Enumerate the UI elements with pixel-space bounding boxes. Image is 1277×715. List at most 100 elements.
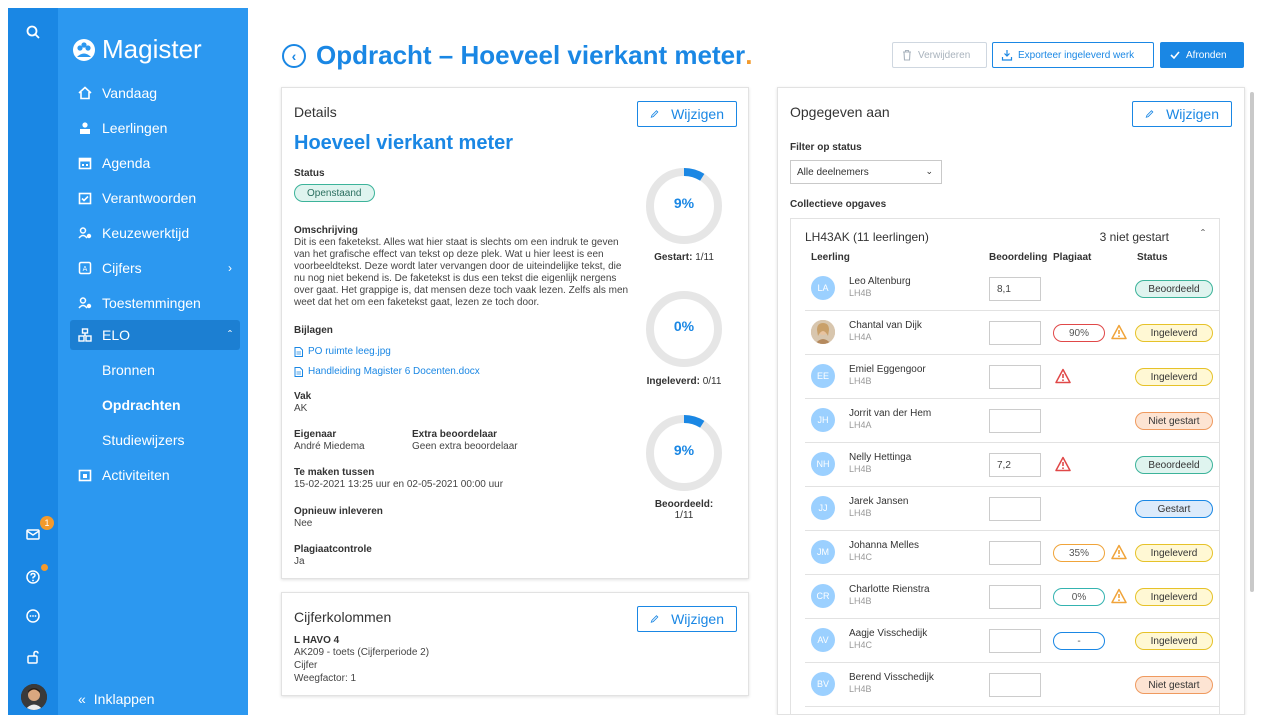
details-card: Details Wijzigen Hoeveel vierkant meter … (281, 87, 749, 579)
back-icon[interactable]: ‹ (282, 43, 306, 68)
student-avatar: JH (811, 408, 835, 432)
plagiarism-score[interactable]: - (1053, 632, 1105, 650)
grade-input[interactable] (989, 321, 1041, 345)
app-name: Magister (102, 34, 202, 64)
grade-input[interactable] (989, 497, 1041, 521)
students-icon (80, 122, 90, 134)
group-name[interactable]: LH43AK (11 leerlingen) (805, 230, 929, 244)
table-row[interactable]: NH Nelly Hettinga LH4B 7,2 Beoordeeld (805, 443, 1219, 487)
sidebar-subitem-studiewijzers[interactable]: Studiewijzers (102, 432, 184, 448)
scrollbar[interactable] (1250, 92, 1254, 592)
status-badge: Gestart (1135, 500, 1213, 518)
group-panel: LH43AK (11 leerlingen) 3 niet gestart ˆ … (790, 218, 1220, 714)
details-edit-button[interactable]: Wijzigen (637, 101, 737, 127)
column-header-plagiarism: Plagiaat (1053, 252, 1092, 263)
stat-label: Beoordeeld: (654, 499, 714, 510)
table-row[interactable]: JM Johanna Melles LH4C 35% Ingeleverd (805, 531, 1219, 575)
grade-class: L HAVO 4 (294, 635, 340, 646)
student-name: Nelly Hettinga (849, 452, 912, 463)
grade-input[interactable] (989, 409, 1041, 433)
sidebar-item-label: ELO (102, 327, 131, 343)
donut-caption: Ingeleverd: 0/11 (634, 376, 734, 387)
table-row[interactable]: BV Berend Visschedijk LH4B Niet gestart (805, 663, 1219, 707)
sidebar-item-leerlingen[interactable]: Leerlingen (70, 113, 240, 143)
grade-input[interactable] (989, 585, 1041, 609)
sidebar-item-elo[interactable]: ELO ˆ (70, 320, 240, 350)
magister-logo[interactable]: Magister (72, 34, 202, 65)
column-header-status: Status (1137, 252, 1168, 263)
page-title: ‹ Opdracht – Hoeveel vierkant meter . (282, 40, 752, 71)
assigned-edit-button[interactable]: Wijzigen (1132, 101, 1232, 127)
sidebar-item-label: Vandaag (102, 85, 158, 101)
table-row[interactable]: JH Jorrit van der Hem LH4A Niet gestart (805, 399, 1219, 443)
delete-button[interactable]: Verwijderen (892, 42, 987, 68)
plagiarism-score[interactable]: 90% (1053, 324, 1105, 342)
grade-input[interactable] (989, 365, 1041, 389)
pencil-icon (650, 615, 659, 623)
sidebar-item-keuzewerktijd[interactable]: Keuzewerktijd (70, 218, 240, 248)
search-icon[interactable] (21, 20, 45, 44)
collapse-label: Inklappen (93, 691, 155, 707)
trash-icon (903, 49, 911, 61)
subject-value: AK (294, 403, 308, 414)
grade-input[interactable] (989, 541, 1041, 565)
sidebar-item-cijfers[interactable]: A Cijfers › (70, 253, 240, 283)
grade-input[interactable] (989, 629, 1041, 653)
table-row[interactable]: AV Aagje Visschedijk LH4C - Ingeleverd (805, 619, 1219, 663)
svg-text:A: A (83, 266, 88, 273)
sidebar-item-activiteiten[interactable]: Activiteiten (70, 460, 240, 490)
chevron-up-icon[interactable]: ˆ (1201, 227, 1205, 241)
student-class: LH4B (849, 288, 872, 298)
pencil-icon (650, 110, 659, 118)
status-filter-select[interactable]: Alle deelnemers ⌄ (790, 160, 942, 184)
table-row[interactable]: EE Emiel Eggengoor LH4B Ingeleverd (805, 355, 1219, 399)
student-name: Emiel Eggengoor (849, 364, 926, 375)
donut-caption: Beoordeeld: 1/11 (634, 499, 734, 521)
sidebar-item-verantwoorden[interactable]: Verantwoorden (70, 183, 240, 213)
user-avatar[interactable] (21, 684, 47, 710)
finish-button[interactable]: Afronden (1160, 42, 1244, 68)
assigned-card-title: Opgegeven aan (790, 104, 890, 120)
sidebar-subitem-bronnen[interactable]: Bronnen (102, 362, 155, 378)
donut-submitted: 0% (644, 289, 724, 369)
collapse-button[interactable]: « Inklappen (78, 691, 155, 707)
edit-label: Wijzigen (1166, 106, 1219, 122)
student-avatar (811, 320, 835, 344)
plagiarism-score[interactable]: 0% (1053, 588, 1105, 606)
attachment-link[interactable]: Handleiding Magister 6 Docenten.docx (294, 366, 480, 377)
grade-columns-edit-button[interactable]: Wijzigen (637, 606, 737, 632)
plagiarism-score[interactable]: 35% (1053, 544, 1105, 562)
export-button[interactable]: Exporteer ingeleverd werk (992, 42, 1154, 68)
stat-count: 1/11 (674, 510, 694, 521)
attachment-link[interactable]: PO ruimte leeg.jpg (294, 346, 391, 357)
stat-count: 1/11 (695, 252, 714, 263)
sidebar-item-label: Agenda (102, 155, 151, 171)
table-row[interactable]: JJ Jarek Jansen LH4B Gestart (805, 487, 1219, 531)
sidebar-subitem-opdrachten[interactable]: Opdrachten (102, 397, 181, 413)
sidebar-item-vandaag[interactable]: Vandaag (70, 78, 240, 108)
chat-icon[interactable] (21, 604, 45, 628)
plagiarism-value: Ja (294, 556, 305, 567)
grade-type: Cijfer (294, 660, 318, 671)
unlock-icon[interactable] (21, 645, 45, 669)
sidebar-item-toestemmingen[interactable]: Toestemmingen (70, 288, 240, 318)
description-label: Omschrijving (294, 225, 358, 236)
elo-icon (78, 328, 92, 342)
grade-input[interactable]: 7,2 (989, 453, 1041, 477)
student-name: Berend Visschedijk (849, 672, 934, 683)
file-icon (294, 346, 303, 357)
column-header-student: Leerling (811, 252, 850, 263)
grade-input[interactable] (989, 673, 1041, 697)
table-row[interactable]: LA Leo Altenburg LH4B 8,1 Beoordeeld (805, 267, 1219, 311)
student-class: LH4C (849, 552, 873, 562)
table-row[interactable]: Chantal van Dijk LH4A 90% Ingeleverd (805, 311, 1219, 355)
student-name: Jorrit van der Hem (849, 408, 932, 419)
grade-input[interactable]: 8,1 (989, 277, 1041, 301)
description-line: over gaat. Het grappige is, dat mensen d… (294, 285, 629, 296)
activities-icon (78, 469, 92, 482)
sidebar-item-agenda[interactable]: Agenda (70, 148, 240, 178)
student-class: LH4B (849, 464, 872, 474)
table-row[interactable]: CR Charlotte Rienstra LH4B 0% Ingeleverd (805, 575, 1219, 619)
home-icon (78, 86, 92, 100)
grade-columns-title: Cijferkolommen (294, 609, 392, 625)
